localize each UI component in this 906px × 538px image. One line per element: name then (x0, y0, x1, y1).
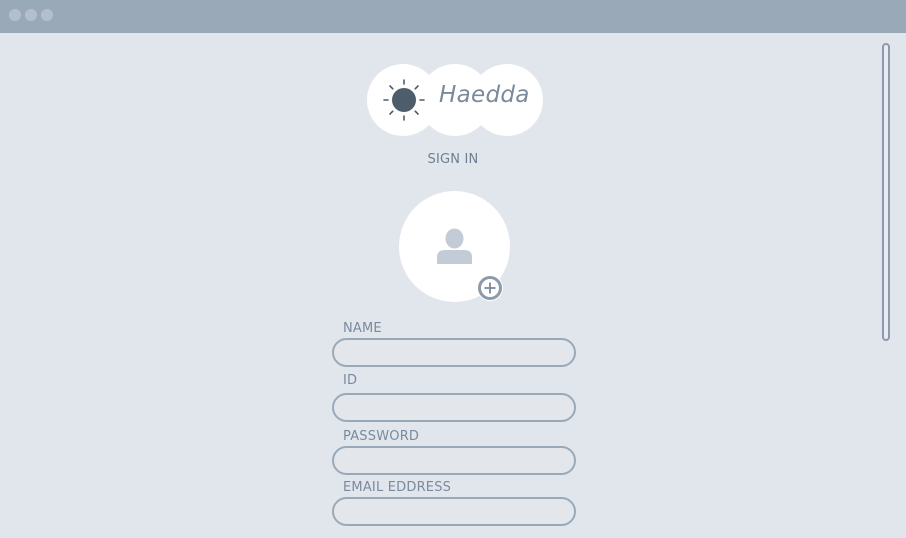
minimize-window-button[interactable] (25, 9, 37, 21)
id-label: ID (343, 373, 358, 388)
page-title: SIGN IN (427, 152, 479, 167)
password-label: PASSWORD (343, 429, 420, 444)
maximize-window-button[interactable] (41, 9, 53, 21)
person-icon (437, 228, 472, 264)
app-window: Haedda SIGN IN NAME ID PASSWORD EMAIL ED… (0, 0, 906, 538)
plus-circle-icon (478, 276, 502, 300)
email-label: EMAIL EDDRESS (343, 480, 452, 495)
name-input[interactable] (332, 338, 576, 367)
email-input[interactable] (332, 497, 576, 526)
add-photo-button[interactable] (477, 275, 503, 301)
vertical-scrollbar[interactable] (882, 43, 890, 341)
sun-icon (383, 79, 425, 121)
name-label: NAME (343, 321, 382, 336)
logo: Haedda (367, 64, 543, 136)
title-bar (0, 0, 906, 33)
close-window-button[interactable] (9, 9, 21, 21)
logo-text: Haedda (439, 82, 530, 108)
id-input[interactable] (332, 393, 576, 422)
password-input[interactable] (332, 446, 576, 475)
